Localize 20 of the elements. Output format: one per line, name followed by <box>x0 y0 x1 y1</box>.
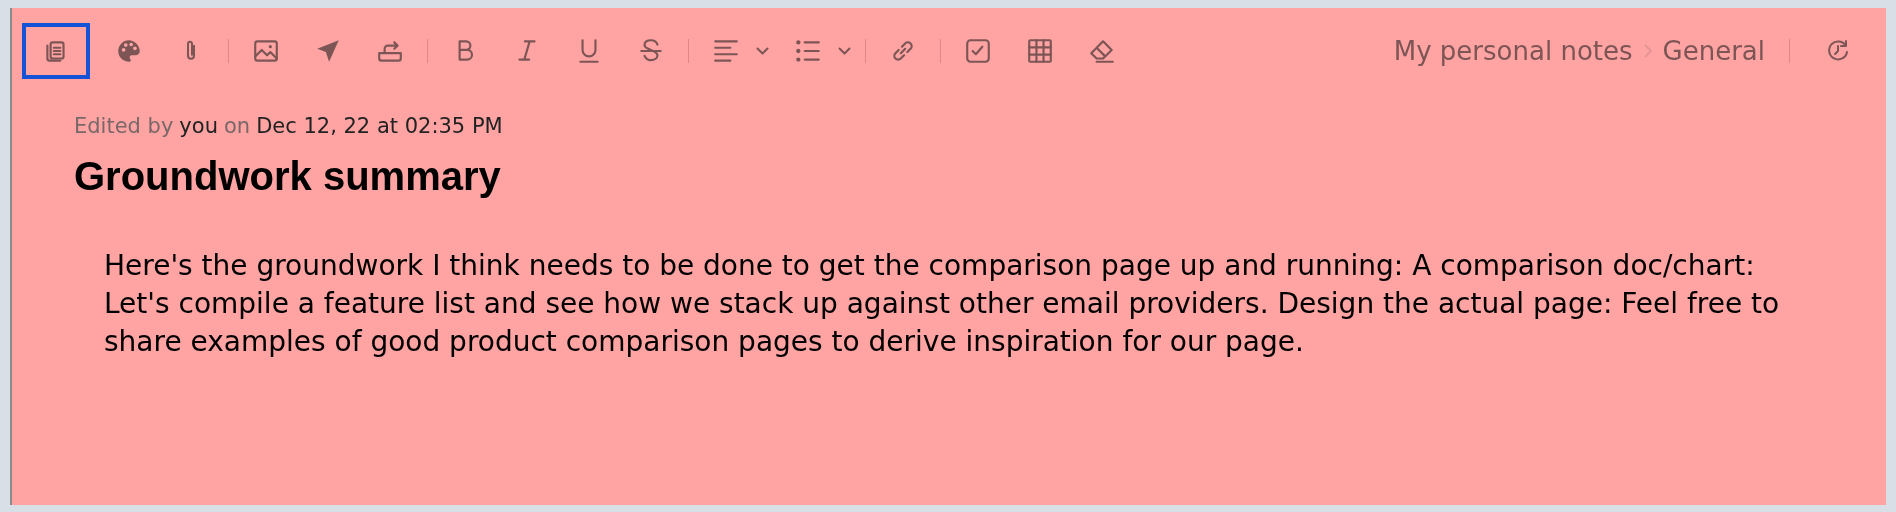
caret-icon <box>837 47 851 55</box>
paperclip-icon <box>186 40 196 62</box>
image-icon <box>252 37 280 65</box>
edited-label: Edited by <box>74 114 174 138</box>
edited-label: on <box>223 114 251 138</box>
caret-icon <box>755 47 769 55</box>
note-body-text: Here's the groundwork I think needs to be done to get the comparison page up and running: A comparison doc/chart: Let's compile a feature list and see how we stack up against other email providers. Design the actual page: Feel free to share examples of good product comparison pages to derive inspiration for our page. <box>104 248 1781 360</box>
bulleted-list-icon <box>794 37 822 65</box>
checkbox-icon <box>964 37 992 65</box>
breadcrumb-link[interactable]: My personal notes <box>1393 36 1633 66</box>
chevron-icon <box>1642 43 1653 59</box>
align-left-icon <box>712 37 740 65</box>
edited-date: Dec 12, 22 at 02:35 PM <box>256 114 503 138</box>
breadcrumb-link[interactable]: General <box>1662 36 1765 66</box>
palette-icon <box>115 37 143 65</box>
table-icon <box>1026 37 1054 65</box>
note-title: Groundwork summary <box>74 154 502 199</box>
user-name: you <box>179 114 218 138</box>
notebook-button[interactable] <box>22 23 90 79</box>
eraser-icon <box>1088 37 1116 65</box>
